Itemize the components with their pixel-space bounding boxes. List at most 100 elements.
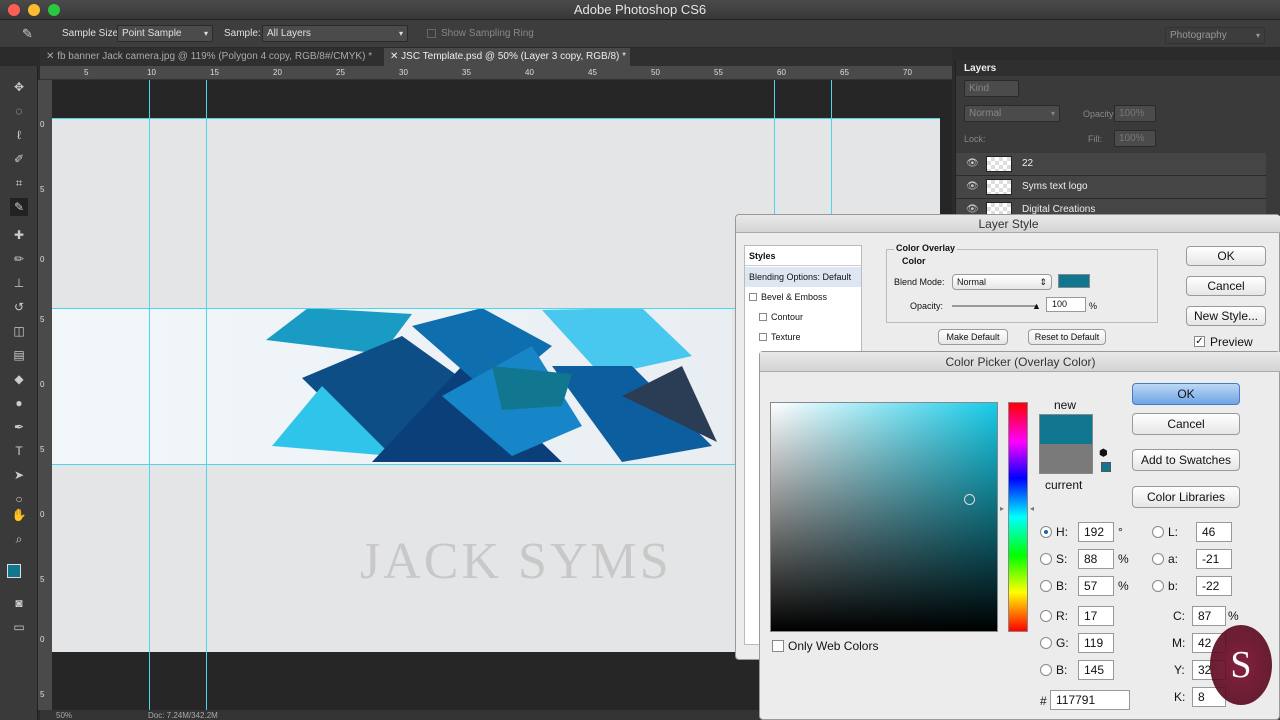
opacity-slider-thumb[interactable]: ▲ xyxy=(1032,301,1041,311)
hue-radio[interactable] xyxy=(1040,526,1052,538)
lab-l-input[interactable]: 46 xyxy=(1196,522,1232,542)
brightness-input[interactable]: 57 xyxy=(1078,576,1114,596)
blend-mode-select[interactable]: Normal ⇕ xyxy=(952,274,1052,290)
zoom-window-icon[interactable] xyxy=(48,4,60,16)
dodge-tool-icon[interactable]: ● xyxy=(10,394,28,412)
color-field-cursor[interactable] xyxy=(964,494,975,505)
picker-cancel-button[interactable]: Cancel xyxy=(1132,413,1240,435)
saturation-brightness-field[interactable] xyxy=(770,402,998,632)
hue-slider[interactable] xyxy=(1008,402,1028,632)
red-input[interactable]: 17 xyxy=(1078,606,1114,626)
lab-l-radio[interactable] xyxy=(1152,526,1164,538)
sample-size-select[interactable]: Point Sample ▾ xyxy=(117,25,213,42)
brush-tool-icon[interactable]: ✏ xyxy=(10,250,28,268)
marquee-tool-icon[interactable]: ◌ xyxy=(10,102,28,120)
quick-mask-icon[interactable]: ◙ xyxy=(10,594,28,612)
fill-field[interactable]: 100% xyxy=(1114,130,1156,147)
kind-filter-select[interactable]: Kind xyxy=(964,80,1019,97)
green-radio[interactable] xyxy=(1040,637,1052,649)
style-checkbox[interactable] xyxy=(759,313,767,321)
quick-select-tool-icon[interactable]: ✐ xyxy=(10,150,28,168)
eraser-tool-icon[interactable]: ◫ xyxy=(10,322,28,340)
style-blending-options[interactable]: Blending Options: Default xyxy=(745,267,861,287)
sample-select[interactable]: All Layers ▾ xyxy=(262,25,408,42)
blend-mode-select[interactable]: Normal ▾ xyxy=(964,105,1060,122)
guide-horizontal[interactable] xyxy=(52,118,940,119)
tab-fb-banner[interactable]: ✕ fb banner Jack camera.jpg @ 119% (Poly… xyxy=(40,48,382,66)
guide-vertical[interactable] xyxy=(149,80,150,710)
visibility-eye-icon[interactable]: 👁 xyxy=(966,158,979,169)
styles-header[interactable]: Styles xyxy=(745,246,861,266)
opacity-slider-track[interactable] xyxy=(952,305,1038,307)
layer-row[interactable]: 👁 22 xyxy=(956,153,1266,176)
zoom-level[interactable]: 50% xyxy=(56,711,72,720)
hue-input[interactable]: 192 xyxy=(1078,522,1114,542)
current-color-swatch[interactable] xyxy=(1039,444,1093,474)
lab-b-radio[interactable] xyxy=(1152,580,1164,592)
hue-slider-right-arrow[interactable]: ◂ xyxy=(1030,504,1034,513)
style-texture[interactable]: Texture xyxy=(745,327,861,347)
add-to-swatches-button[interactable]: Add to Swatches xyxy=(1132,449,1240,471)
red-radio[interactable] xyxy=(1040,610,1052,622)
close-tab-icon[interactable]: ✕ xyxy=(390,51,401,62)
minimize-window-icon[interactable] xyxy=(28,4,40,16)
lasso-tool-icon[interactable]: ℓ xyxy=(10,126,28,144)
hand-tool-icon[interactable]: ✋ xyxy=(10,506,28,524)
move-tool-icon[interactable]: ✥ xyxy=(10,78,28,96)
cyan-unit: % xyxy=(1228,609,1239,623)
gradient-tool-icon[interactable]: ▤ xyxy=(10,346,28,364)
cyan-input[interactable]: 87 xyxy=(1192,606,1226,626)
type-tool-icon[interactable]: T xyxy=(10,442,28,460)
style-contour[interactable]: Contour xyxy=(745,307,861,327)
opacity-input[interactable]: 100 xyxy=(1046,297,1086,312)
nearest-color-swatch[interactable] xyxy=(1101,462,1111,472)
close-tab-icon[interactable]: ✕ xyxy=(46,51,57,62)
healing-tool-icon[interactable]: ✚ xyxy=(10,226,28,244)
reset-default-button[interactable]: Reset to Default xyxy=(1028,329,1106,345)
green-input[interactable]: 119 xyxy=(1078,633,1114,653)
screen-mode-icon[interactable]: ▭ xyxy=(10,618,28,636)
layer-style-cancel-button[interactable]: Cancel xyxy=(1186,276,1266,296)
hex-input[interactable]: 117791 xyxy=(1050,690,1130,710)
preview-checkbox[interactable]: ✓ xyxy=(1194,336,1205,347)
hue-slider-left-arrow[interactable]: ▸ xyxy=(1000,504,1004,513)
saturation-input[interactable]: 88 xyxy=(1078,549,1114,569)
layers-panel-title[interactable]: Layers xyxy=(964,63,996,74)
show-ring-checkbox[interactable] xyxy=(427,29,436,38)
pen-tool-icon[interactable]: ✒ xyxy=(10,418,28,436)
eyedropper-icon[interactable]: ✎ xyxy=(22,26,33,42)
layer-style-ok-button[interactable]: OK xyxy=(1186,246,1266,266)
lab-a-radio[interactable] xyxy=(1152,553,1164,565)
color-libraries-button[interactable]: Color Libraries xyxy=(1132,486,1240,508)
layer-row[interactable]: 👁 Syms text logo xyxy=(956,176,1266,199)
visibility-eye-icon[interactable]: 👁 xyxy=(966,181,979,192)
picker-ok-button[interactable]: OK xyxy=(1132,383,1240,405)
brightness-radio[interactable] xyxy=(1040,580,1052,592)
style-checkbox[interactable] xyxy=(749,293,757,301)
tab-jsc-template[interactable]: ✕ JSC Template.psd @ 50% (Layer 3 copy, … xyxy=(384,48,630,66)
eyedropper-tool-icon[interactable]: ✎ xyxy=(10,198,28,216)
lab-a-input[interactable]: -21 xyxy=(1196,549,1232,569)
blue-input[interactable]: 145 xyxy=(1078,660,1114,680)
crop-tool-icon[interactable]: ⌗ xyxy=(10,174,28,192)
workspace-select[interactable]: Photography ▾ xyxy=(1165,27,1265,44)
cube-warning-icon[interactable]: ⬢ xyxy=(1099,448,1108,459)
blue-radio[interactable] xyxy=(1040,664,1052,676)
zoom-tool-icon[interactable]: ⌕ xyxy=(10,530,28,548)
make-default-button[interactable]: Make Default xyxy=(938,329,1008,345)
only-web-colors-checkbox[interactable] xyxy=(772,640,784,652)
opacity-field[interactable]: 100% xyxy=(1114,105,1156,122)
foreground-color-swatch[interactable] xyxy=(7,564,21,578)
stamp-tool-icon[interactable]: ⊥ xyxy=(10,274,28,292)
blur-tool-icon[interactable]: ◆ xyxy=(10,370,28,388)
style-bevel-emboss[interactable]: Bevel & Emboss xyxy=(745,287,861,307)
saturation-radio[interactable] xyxy=(1040,553,1052,565)
close-window-icon[interactable] xyxy=(8,4,20,16)
guide-vertical[interactable] xyxy=(206,80,207,710)
path-select-tool-icon[interactable]: ➤ xyxy=(10,466,28,484)
style-checkbox[interactable] xyxy=(759,333,767,341)
history-brush-icon[interactable]: ↺ xyxy=(10,298,28,316)
new-style-button[interactable]: New Style... xyxy=(1186,306,1266,326)
lab-b-input[interactable]: -22 xyxy=(1196,576,1232,596)
overlay-color-swatch[interactable] xyxy=(1058,274,1090,288)
